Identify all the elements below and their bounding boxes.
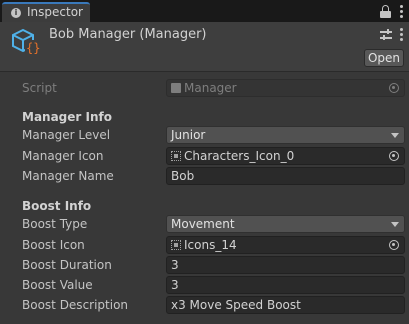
manager-name-input[interactable]: Bob bbox=[166, 167, 405, 185]
boost-type-value: Movement bbox=[171, 217, 235, 231]
object-picker-icon bbox=[389, 83, 399, 93]
boost-type-label: Boost Type bbox=[22, 217, 88, 231]
script-file-icon bbox=[171, 83, 181, 93]
boost-icon-value: Icons_14 bbox=[184, 238, 237, 252]
script-value: Manager bbox=[184, 81, 237, 95]
boost-duration-label: Boost Duration bbox=[22, 258, 112, 272]
tab-inspector[interactable]: i Inspector bbox=[2, 2, 90, 22]
script-asset-icon: {} bbox=[12, 28, 41, 55]
section-boost-info: Boost Info bbox=[22, 199, 92, 213]
boost-type-row: Boost Type Movement bbox=[0, 214, 409, 234]
boost-duration-input[interactable]: 3 bbox=[166, 256, 405, 274]
section-manager-info: Manager Info bbox=[22, 110, 112, 124]
script-label: Script bbox=[22, 81, 57, 95]
tab-actions bbox=[380, 4, 403, 18]
window-tab-bar: i Inspector bbox=[0, 0, 409, 22]
boost-duration-row: Boost Duration 3 bbox=[0, 255, 409, 275]
boost-value-label: Boost Value bbox=[22, 278, 93, 292]
inspector-header: {} Bob Manager (Manager) Open bbox=[0, 22, 409, 72]
object-picker-icon[interactable] bbox=[389, 151, 399, 161]
sprite-icon bbox=[171, 151, 181, 161]
boost-description-label: Boost Description bbox=[22, 298, 129, 312]
script-row: Script Manager bbox=[0, 78, 409, 98]
manager-icon-value: Characters_Icon_0 bbox=[184, 149, 295, 163]
manager-name-row: Manager Name Bob bbox=[0, 166, 409, 186]
boost-type-dropdown[interactable]: Movement bbox=[166, 215, 405, 233]
chevron-down-icon bbox=[391, 222, 399, 227]
component-menu-icon[interactable] bbox=[399, 28, 403, 41]
svg-text:{}: {} bbox=[26, 41, 40, 55]
info-icon: i bbox=[11, 8, 21, 18]
boost-icon-field[interactable]: Icons_14 bbox=[166, 236, 405, 254]
component-title: Bob Manager (Manager) bbox=[49, 27, 207, 42]
more-options-icon[interactable] bbox=[399, 4, 403, 18]
manager-icon-field[interactable]: Characters_Icon_0 bbox=[166, 147, 405, 165]
boost-description-row: Boost Description x3 Move Speed Boost bbox=[0, 295, 409, 315]
header-actions bbox=[380, 28, 403, 41]
boost-value-row: Boost Value 3 bbox=[0, 275, 409, 295]
boost-value-input[interactable]: 3 bbox=[166, 276, 405, 294]
object-picker-icon[interactable] bbox=[389, 240, 399, 250]
manager-icon-row: Manager Icon Characters_Icon_0 bbox=[0, 146, 409, 166]
presets-icon[interactable] bbox=[380, 29, 392, 40]
boost-icon-row: Boost Icon Icons_14 bbox=[0, 235, 409, 255]
sprite-icon bbox=[171, 240, 181, 250]
manager-level-value: Junior bbox=[171, 128, 206, 142]
manager-icon-label: Manager Icon bbox=[22, 149, 104, 163]
open-button[interactable]: Open bbox=[364, 49, 404, 67]
manager-level-label: Manager Level bbox=[22, 128, 111, 142]
boost-icon-label: Boost Icon bbox=[22, 238, 85, 252]
inspector-content: Script Manager Manager Info Manager Leve… bbox=[0, 73, 409, 324]
chevron-down-icon bbox=[391, 133, 399, 138]
script-field: Manager bbox=[166, 79, 405, 97]
manager-level-dropdown[interactable]: Junior bbox=[166, 126, 405, 144]
manager-level-row: Manager Level Junior bbox=[0, 125, 409, 145]
lock-icon[interactable] bbox=[380, 4, 391, 18]
boost-description-input[interactable]: x3 Move Speed Boost bbox=[166, 296, 405, 314]
manager-name-label: Manager Name bbox=[22, 169, 114, 183]
tab-label: Inspector bbox=[27, 5, 83, 19]
